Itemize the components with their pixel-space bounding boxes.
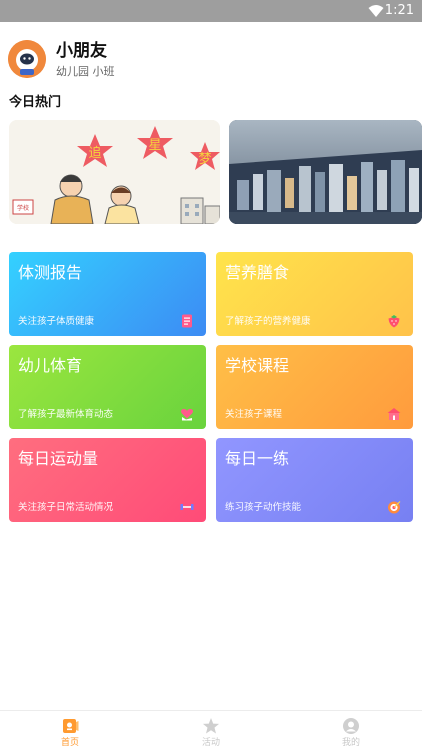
banner-star-text-1: 追 [88, 145, 101, 161]
section-title: 今日热门 [9, 95, 62, 110]
card-title: 幼儿体育 [18, 356, 83, 375]
banner-cartoon[interactable]: 追 星 梦 学校 [9, 120, 220, 224]
city-aerial-photo [229, 120, 422, 224]
banner-city-photo[interactable] [229, 120, 422, 224]
card-title: 体测报告 [18, 263, 83, 282]
card-fitness-report[interactable]: 体测报告 关注孩子体质健康 [9, 252, 206, 336]
home-icon [63, 719, 79, 733]
card-desc: 了解孩子的营养健康 [225, 316, 311, 327]
heart-hand-icon [181, 408, 193, 421]
card-title: 学校课程 [225, 356, 290, 375]
card-title: 营养膳食 [225, 263, 290, 282]
user-class: 幼儿园 小班 [56, 65, 115, 78]
card-desc: 关注孩子课程 [225, 409, 283, 420]
banner-sign-text: 学校 [17, 204, 29, 212]
school-icon [387, 408, 401, 420]
target-icon [388, 501, 401, 514]
star-icon [203, 718, 219, 734]
profile-icon [343, 718, 359, 734]
card-nutrition[interactable]: 营养膳食 了解孩子的营养健康 [216, 252, 413, 336]
card-desc: 关注孩子日常活动情况 [18, 502, 114, 513]
card-desc: 了解孩子最新体育动态 [18, 409, 114, 420]
tab-label: 我的 [341, 738, 360, 748]
bottom-tab-bar: 首页 活动 我的 [0, 710, 422, 750]
card-kids-sports[interactable]: 幼儿体育 了解孩子最新体育动态 [9, 345, 206, 429]
card-daily-activity[interactable]: 每日运动量 关注孩子日常活动情况 [9, 438, 206, 522]
card-title: 每日一练 [225, 449, 290, 468]
card-title: 每日运动量 [18, 449, 99, 468]
profile-header[interactable]: 小朋友 幼儿园 小班 [8, 40, 408, 84]
astronaut-avatar[interactable] [8, 40, 46, 78]
tab-label: 活动 [201, 738, 220, 748]
strawberry-icon [388, 315, 400, 328]
banner-star-text-3: 梦 [198, 152, 211, 167]
banner-star-text-2: 星 [148, 138, 161, 153]
dumbbell-icon [180, 504, 194, 510]
card-school-courses[interactable]: 学校课程 关注孩子课程 [216, 345, 413, 429]
wifi-icon [368, 5, 384, 17]
tab-mine[interactable]: 我的 [311, 715, 391, 749]
tab-home[interactable]: 首页 [30, 715, 110, 749]
status-bar: 1:21 [0, 0, 422, 22]
tab-activity[interactable]: 活动 [171, 715, 251, 749]
tab-label: 首页 [60, 738, 79, 748]
user-name: 小朋友 [56, 41, 107, 61]
card-desc: 练习孩子动作技能 [225, 502, 302, 513]
report-icon [182, 314, 192, 328]
card-desc: 关注孩子体质健康 [18, 316, 95, 327]
status-time: 1:21 [384, 3, 414, 18]
card-daily-practice[interactable]: 每日一练 练习孩子动作技能 [216, 438, 413, 522]
